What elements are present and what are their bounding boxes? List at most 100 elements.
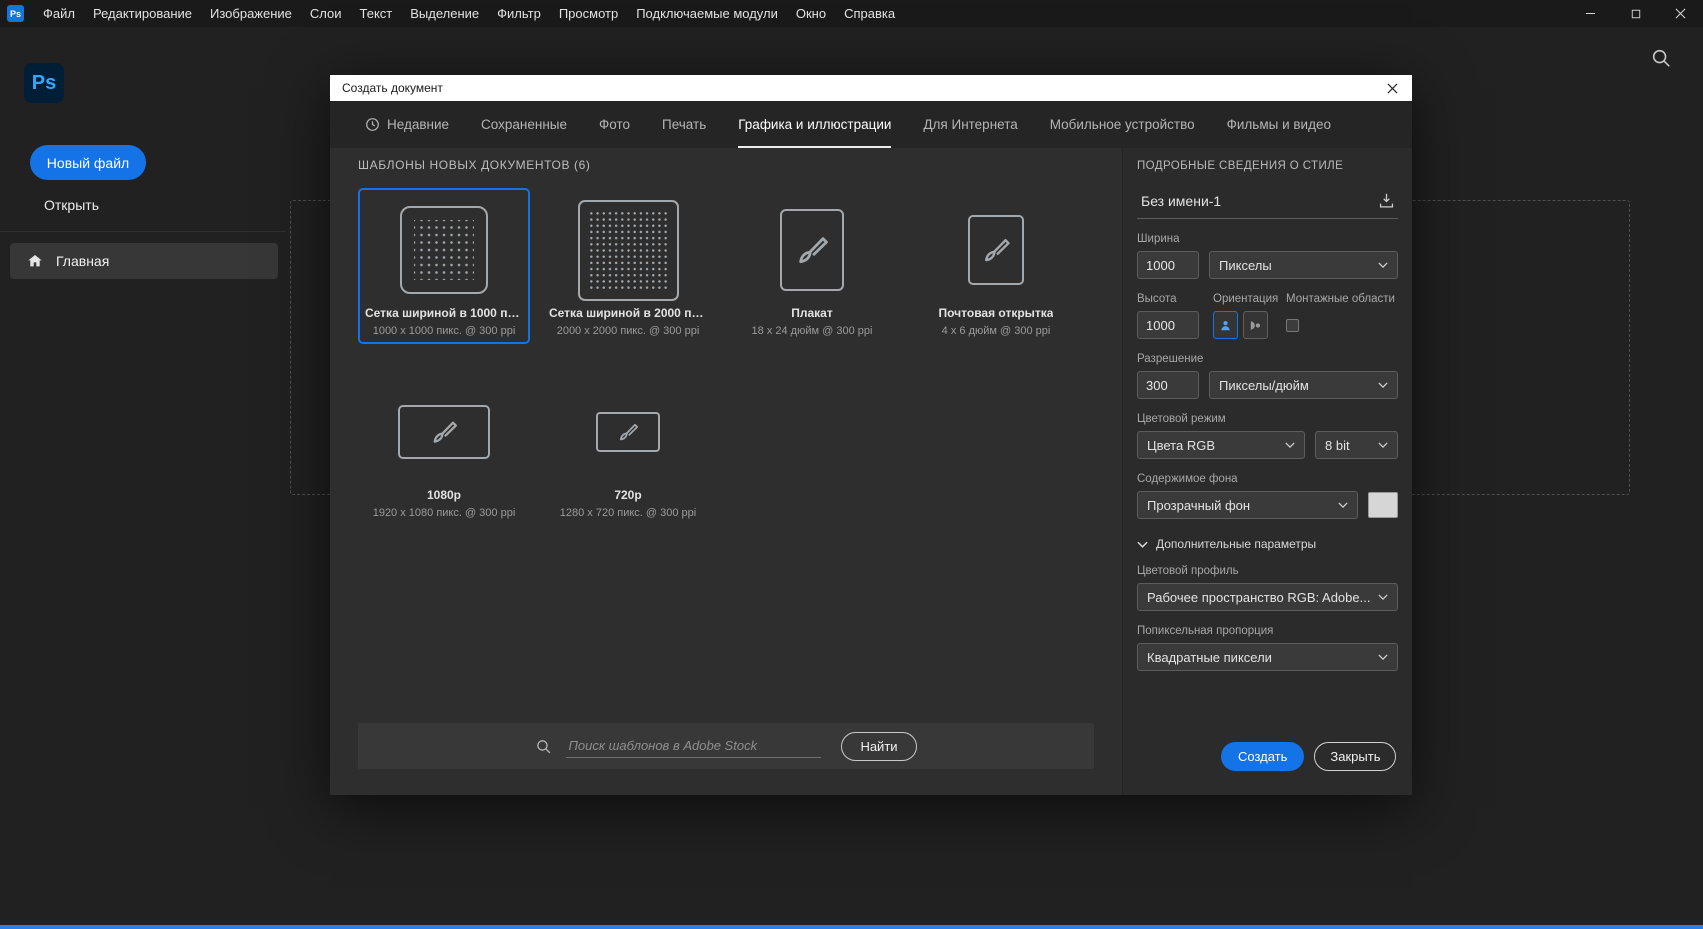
minimize-button[interactable] [1568,0,1613,27]
color-mode-value: Цвета RGB [1147,437,1215,453]
tab-web-label: Для Интернета [923,117,1018,132]
tab-saved[interactable]: Сохраненные [481,101,567,148]
advanced-options-toggle[interactable]: Дополнительные параметры [1137,537,1398,551]
tab-film-video[interactable]: Фильмы и видео [1227,101,1331,148]
menu-image[interactable]: Изображение [201,0,301,27]
bit-depth-select[interactable]: 8 bit [1315,431,1399,459]
resolution-input[interactable] [1137,371,1199,399]
menu-layers[interactable]: Слои [301,0,351,27]
template-card-1080p[interactable]: 1080p 1920 x 1080 пикс. @ 300 ppi [358,370,530,526]
preset-details-panel: ПОДРОБНЫЕ СВЕДЕНИЯ О СТИЛЕ Ширина Пиксел… [1122,148,1413,795]
tab-art-illustration[interactable]: Графика и иллюстрации [738,101,892,148]
photoshop-window: Ps Файл Редактирование Изображение Слои … [0,0,1703,929]
template-spec: 4 x 6 дюйм @ 300 ppi [941,325,1051,337]
tab-web[interactable]: Для Интернета [923,101,1017,148]
sidebar-item-home-label: Главная [56,253,110,269]
save-preset-icon [1380,193,1394,208]
color-profile-select[interactable]: Рабочее пространство RGB: Adobe... [1137,583,1399,611]
template-card-720p[interactable]: 720p 1280 x 720 пикс. @ 300 ppi [542,370,714,526]
maximize-button[interactable] [1613,0,1658,27]
grid-icon [577,198,679,302]
search-icon[interactable] [1649,47,1673,71]
create-button[interactable]: Создать [1220,742,1305,771]
save-preset-button[interactable] [1375,189,1398,212]
color-profile-value: Рабочее пространство RGB: Adobe... [1147,589,1371,605]
width-unit-select[interactable]: Пикселы [1209,251,1399,279]
menu-help[interactable]: Справка [835,0,904,27]
resolution-label: Разрешение [1137,353,1204,365]
menu-type[interactable]: Текст [351,0,402,27]
tab-mobile[interactable]: Мобильное устройство [1050,101,1195,148]
brush-icon [596,380,660,484]
background-label: Содержимое фона [1137,473,1238,485]
menu-filter[interactable]: Фильтр [488,0,550,27]
brush-icon [780,198,844,302]
orientation-portrait-button[interactable] [1213,311,1238,339]
template-card-grid-2000[interactable]: Сетка шириной в 2000 пи... 2000 x 2000 п… [542,188,714,344]
menu-view[interactable]: Просмотр [550,0,627,27]
width-unit-value: Пикселы [1219,257,1272,273]
new-document-dialog: Создать документ Недавние Сохраненные Фо… [330,75,1413,795]
new-file-button[interactable]: Новый файл [30,145,146,180]
menu-plugins[interactable]: Подключаемые модули [627,0,787,27]
bit-depth-value: 8 bit [1325,437,1350,453]
close-dialog-button[interactable]: Закрыть [1314,742,1397,771]
tab-recent[interactable]: Недавние [365,101,449,148]
home-icon [28,255,42,267]
close-icon [1386,82,1398,94]
template-card-grid-1000[interactable]: Сетка шириной в 1000 пи... 1000 x 1000 п… [358,188,530,344]
templates-grid: Сетка шириной в 1000 пи... 1000 x 1000 п… [358,188,1094,526]
close-button[interactable] [1658,0,1703,27]
color-mode-select[interactable]: Цвета RGB [1137,431,1305,459]
menu-window[interactable]: Окно [787,0,835,27]
resolution-unit-value: Пикселы/дюйм [1219,377,1309,393]
close-icon [1675,8,1686,19]
tab-print[interactable]: Печать [662,101,706,148]
portrait-orientation-icon [1218,317,1233,334]
maximize-icon [1631,9,1640,18]
orientation-landscape-button[interactable] [1243,311,1268,339]
document-name-input[interactable] [1137,190,1368,211]
find-button[interactable]: Найти [841,731,917,761]
open-button[interactable]: Открыть [30,191,113,219]
dialog-titlebar: Создать документ [330,75,1412,101]
advanced-options-label: Дополнительные параметры [1156,537,1317,551]
background-select[interactable]: Прозрачный фон [1137,491,1359,519]
template-card-postcard[interactable]: Почтовая открытка 4 x 6 дюйм @ 300 ppi [910,188,1082,344]
template-spec: 18 x 24 дюйм @ 300 ppi [751,325,873,337]
chevron-down-icon [1338,502,1349,508]
clock-icon [366,118,379,131]
bottom-accent-bar [0,925,1703,929]
height-input[interactable] [1137,311,1199,339]
menu-edit[interactable]: Редактирование [84,0,201,27]
tab-photo[interactable]: Фото [599,101,630,148]
dialog-close-button[interactable] [1378,75,1406,101]
tab-film-video-label: Фильмы и видео [1226,117,1331,132]
width-input[interactable] [1137,251,1199,279]
orientation-group [1213,311,1286,339]
stock-search-input[interactable] [566,734,822,758]
menu-file[interactable]: Файл [34,0,84,27]
orientation-label: Ориентация [1213,293,1279,305]
artboards-checkbox[interactable] [1286,318,1299,332]
titlebar: Ps Файл Редактирование Изображение Слои … [0,0,1703,27]
chevron-down-icon [1378,442,1389,448]
pixel-aspect-select[interactable]: Квадратные пиксели [1137,643,1399,671]
chevron-down-icon [1378,262,1389,268]
resolution-unit-select[interactable]: Пикселы/дюйм [1209,371,1399,399]
background-value: Прозрачный фон [1147,497,1251,513]
tab-photo-label: Фото [599,117,631,132]
chevron-down-icon [1285,442,1295,448]
menu-select[interactable]: Выделение [401,0,488,27]
template-name: Сетка шириной в 1000 пи... [365,306,523,320]
chevron-down-icon [1137,541,1148,548]
sidebar-divider [0,231,286,232]
grid-icon [400,198,488,302]
dialog-actions: Создать Закрыть [1220,742,1397,771]
template-name: Сетка шириной в 2000 пи... [549,306,707,320]
template-name: 720p [614,488,642,502]
sidebar-item-home[interactable]: Главная [10,243,278,279]
panel-header: ПОДРОБНЫЕ СВЕДЕНИЯ О СТИЛЕ [1137,160,1344,172]
background-color-swatch[interactable] [1368,492,1399,518]
template-card-poster[interactable]: Плакат 18 x 24 дюйм @ 300 ppi [726,188,898,344]
